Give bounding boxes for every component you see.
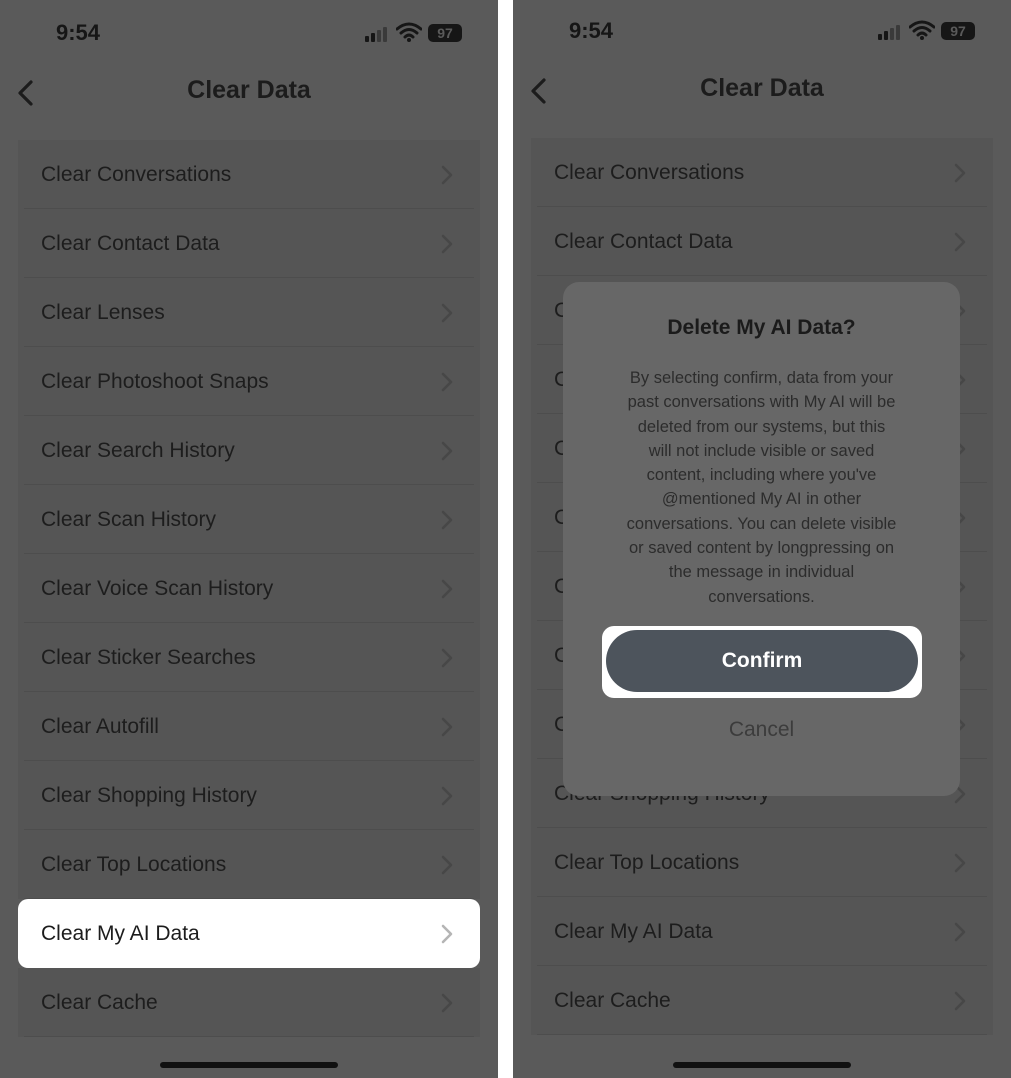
phone-screen-right: 9:54 97 Clear Data Clear Conversations Cl… (513, 0, 1011, 1078)
list-item[interactable]: Clear My AI Data (531, 897, 993, 966)
signal-icon (365, 26, 391, 42)
dialog-message-line: deleted from our systems, but this (637, 417, 886, 436)
chevron-right-icon (441, 372, 453, 392)
chevron-right-icon (954, 991, 966, 1011)
list-item[interactable]: Clear Lenses (18, 278, 480, 347)
chevron-right-icon (441, 303, 453, 323)
list-item-label: Clear Lenses (41, 301, 165, 324)
list-item[interactable]: Clear My AI Data (18, 899, 480, 968)
confirm-button[interactable]: Confirm (606, 630, 918, 692)
list-item-label: Clear Cache (41, 991, 158, 1014)
chevron-right-icon (441, 855, 453, 875)
chevron-right-icon (441, 579, 453, 599)
list-item[interactable]: Clear Contact Data (18, 209, 480, 278)
nav-bar: Clear Data (0, 70, 498, 116)
dialog-message-line: By selecting confirm, data from your (629, 369, 894, 387)
list-item[interactable]: Clear Shopping History (18, 761, 480, 830)
list-item-label: Clear Contact Data (41, 232, 220, 255)
list-item[interactable]: Clear Cache (531, 966, 993, 1035)
dialog-message-line: past conversations with My AI will be (627, 393, 896, 412)
list-item-label: Clear Voice Scan History (41, 577, 274, 600)
chevron-right-icon (441, 441, 453, 461)
list-item[interactable]: Clear Conversations (531, 138, 993, 207)
home-indicator (673, 1062, 851, 1068)
status-time: 9:54 (569, 18, 614, 43)
chevron-right-icon (441, 717, 453, 737)
signal-icon (878, 24, 904, 40)
list-item-label: Clear Sticker Searches (41, 646, 256, 669)
dialog-message-line: conversations. You can delete visible (626, 514, 897, 533)
list-item[interactable]: Clear Scan History (18, 485, 480, 554)
list-item[interactable]: Clear Autofill (18, 692, 480, 761)
list-item-label: Clear Scan History (41, 508, 217, 531)
chevron-right-icon (954, 853, 966, 873)
chevron-right-icon (441, 786, 453, 806)
chevron-right-icon (441, 234, 453, 254)
list-item[interactable]: Clear Top Locations (18, 830, 480, 899)
dialog-message-line: will not include visible or saved (648, 441, 875, 460)
dialog-message-line: content, including where you've (646, 466, 877, 485)
divider (537, 1034, 987, 1035)
list-item[interactable]: Clear Top Locations (531, 828, 993, 897)
list-item[interactable]: Clear Voice Scan History (18, 554, 480, 623)
dialog-message: By selecting confirm, data from your pas… (607, 366, 916, 609)
chevron-right-icon (441, 993, 453, 1013)
chevron-right-icon (441, 510, 453, 530)
list-item-label: Clear My AI Data (41, 922, 200, 945)
list-item-label: Clear Conversations (41, 163, 232, 186)
list-item-label: Clear Cache (554, 989, 671, 1012)
list-item-label: Clear Conversations (554, 161, 745, 184)
list-item-label: Clear Top Locations (554, 851, 740, 874)
battery-icon: 97 (428, 24, 462, 42)
wifi-icon (909, 20, 935, 40)
page-title: Clear Data (700, 74, 824, 102)
divider (24, 1036, 474, 1037)
chevron-right-icon (441, 648, 453, 668)
wifi-icon (396, 22, 422, 42)
cancel-button[interactable]: Cancel (563, 718, 960, 742)
list-item[interactable]: Clear Sticker Searches (18, 623, 480, 692)
dialog-message-line: or saved content by longpressing on (628, 539, 895, 558)
status-time: 9:54 (56, 20, 101, 45)
status-bar: 9:54 97 (0, 0, 498, 70)
list-item-label: Clear Photoshoot Snaps (41, 370, 269, 393)
delete-my-ai-data-dialog: Delete My AI Data? By selecting confirm,… (563, 282, 960, 796)
dialog-message-line: the message in individual (668, 563, 855, 582)
dialog-message-line: @mentioned My AI in other (661, 490, 862, 509)
chevron-right-icon (441, 165, 453, 185)
chevron-right-icon (954, 232, 966, 252)
list-item-label: Clear Shopping History (41, 784, 257, 807)
nav-bar: Clear Data (513, 68, 1011, 114)
list-item[interactable]: Clear Photoshoot Snaps (18, 347, 480, 416)
chevron-right-icon (954, 922, 966, 942)
list-item[interactable]: Clear Search History (18, 416, 480, 485)
home-indicator (160, 1062, 338, 1068)
list-item[interactable]: Clear Conversations (18, 140, 480, 209)
dialog-title: Delete My AI Data? (667, 316, 856, 339)
list-item-label: Clear Contact Data (554, 230, 733, 253)
list-item-label: Clear My AI Data (554, 920, 713, 943)
phone-screen-left: 9:54 97 Clear Data Clear Conversations Cl… (0, 0, 498, 1078)
status-bar: 9:54 97 (513, 0, 1011, 70)
list-item-label: Clear Autofill (41, 715, 159, 738)
list-item-label: Clear Search History (41, 439, 235, 462)
page-title: Clear Data (187, 76, 311, 104)
settings-list: Clear Conversations Clear Contact Data Cle… (18, 140, 480, 1037)
dialog-message-line: conversations. (708, 587, 815, 606)
chevron-right-icon (954, 163, 966, 183)
list-item[interactable]: Clear Cache (18, 968, 480, 1037)
list-item[interactable]: Clear Contact Data (531, 207, 993, 276)
chevron-right-icon (441, 924, 453, 944)
list-item-label: Clear Top Locations (41, 853, 227, 876)
battery-icon: 97 (941, 22, 975, 40)
